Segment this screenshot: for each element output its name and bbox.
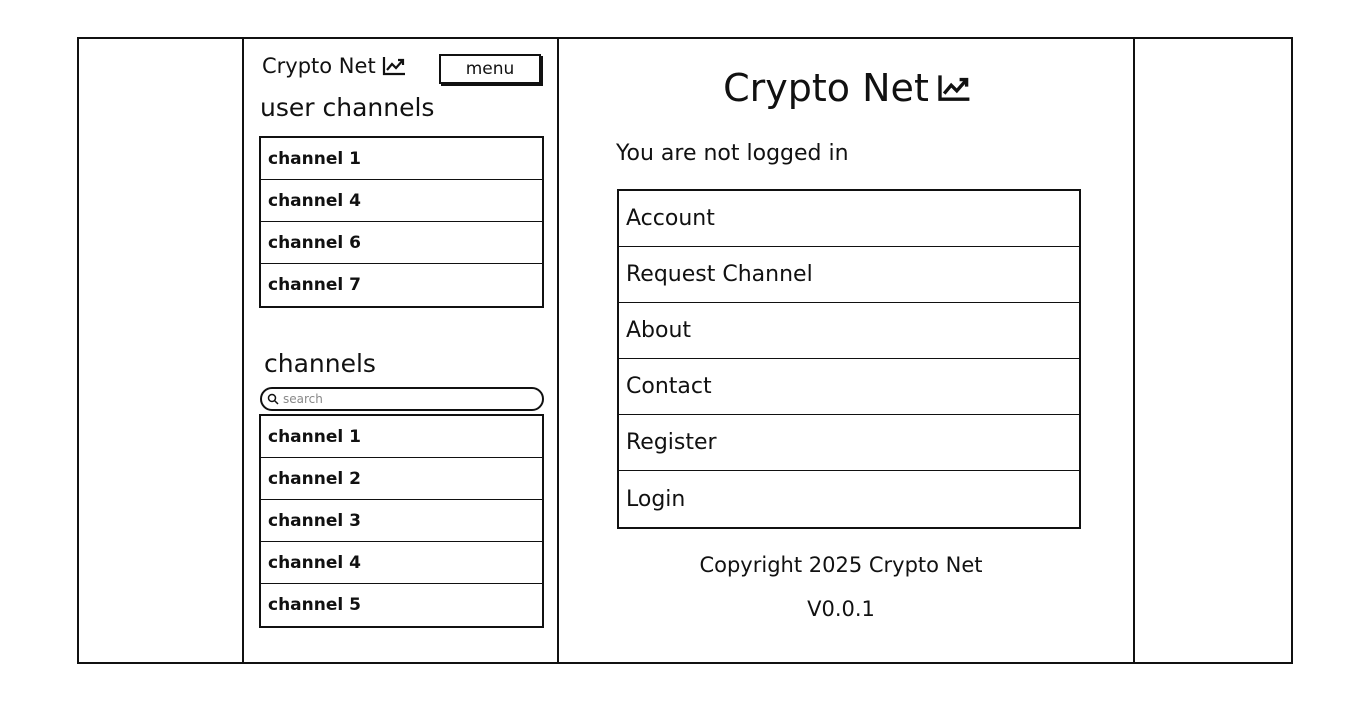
nav-item-about[interactable]: About (619, 303, 1079, 359)
brand-name: Crypto Net (262, 54, 376, 78)
channel-search[interactable] (260, 387, 544, 411)
login-status-text: You are not logged in (616, 141, 849, 166)
channel-item[interactable]: channel 2 (261, 458, 542, 500)
search-input[interactable] (283, 392, 533, 406)
user-channels-title: user channels (260, 93, 435, 122)
search-icon (267, 393, 279, 405)
user-channel-item[interactable]: channel 6 (261, 222, 542, 264)
sidebar: Crypto Net menu user channels channel 1 … (244, 39, 558, 662)
channel-item[interactable]: channel 1 (261, 416, 542, 458)
channels-title: channels (264, 349, 376, 378)
chart-line-icon (382, 57, 405, 76)
copyright-text: Copyright 2025 Crypto Net (699, 553, 983, 577)
menu-button[interactable]: menu (439, 54, 541, 84)
nav-item-register[interactable]: Register (619, 415, 1079, 471)
sidebar-brand[interactable]: Crypto Net (262, 54, 406, 78)
main-panel: Crypto Net You are not logged in Account… (560, 39, 1134, 662)
nav-item-login[interactable]: Login (619, 471, 1079, 527)
nav-item-contact[interactable]: Contact (619, 359, 1079, 415)
chart-line-icon (938, 75, 970, 101)
version-text: V0.0.1 (807, 597, 875, 621)
channel-item[interactable]: channel 3 (261, 500, 542, 542)
nav-item-request-channel[interactable]: Request Channel (619, 247, 1079, 303)
channel-item[interactable]: channel 5 (261, 584, 542, 626)
nav-item-account[interactable]: Account (619, 191, 1079, 247)
channel-item[interactable]: channel 4 (261, 542, 542, 584)
user-channel-item[interactable]: channel 1 (261, 138, 542, 180)
user-channel-item[interactable]: channel 7 (261, 264, 542, 306)
user-channel-list: channel 1 channel 4 channel 6 channel 7 (259, 136, 544, 308)
main-brand-name: Crypto Net (723, 66, 929, 110)
channel-list: channel 1 channel 2 channel 3 channel 4 … (259, 414, 544, 628)
main-nav-list: Account Request Channel About Contact Re… (617, 189, 1081, 529)
user-channel-item[interactable]: channel 4 (261, 180, 542, 222)
main-brand: Crypto Net (560, 66, 1134, 110)
